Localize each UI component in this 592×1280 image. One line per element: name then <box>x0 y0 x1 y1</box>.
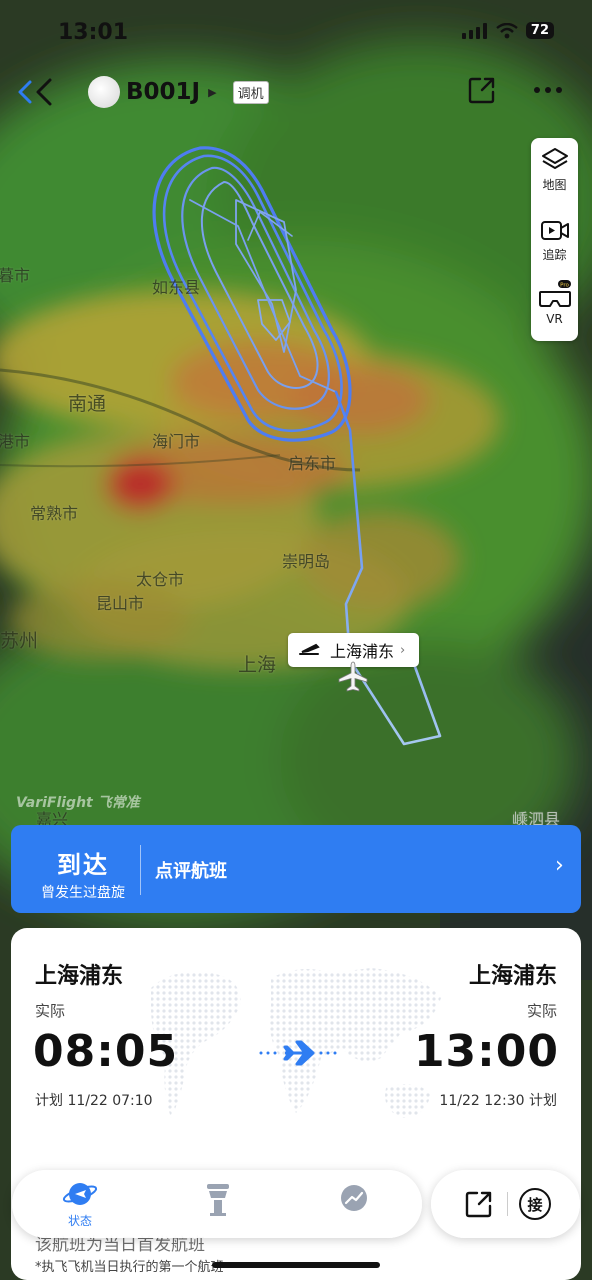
arrival-banner[interactable]: 到达 曾发生过盘旋 点评航班 › <box>11 825 581 913</box>
map-label-haimen: 海门市 <box>152 432 201 451</box>
tool-label-map: 地图 <box>542 178 567 192</box>
arrival-time: 13:00 <box>413 1026 559 1077</box>
share-icon[interactable] <box>463 1188 495 1220</box>
tool-track[interactable]: 追踪 <box>531 218 578 263</box>
map-label-rudong: 如东县 <box>152 278 201 297</box>
airline-logo <box>88 76 120 108</box>
map-label-changshu: 常熟市 <box>30 504 79 523</box>
control-tower-icon <box>207 1184 229 1216</box>
map-label-edge-mid: 港市 <box>0 432 31 451</box>
video-camera-icon <box>540 221 569 240</box>
dock-status[interactable]: 状态 <box>50 1178 110 1229</box>
chevron-right-icon: › <box>400 642 406 658</box>
holding-note: 曾发生过盘旋 <box>41 885 125 901</box>
departure-airport[interactable]: 上海浦东 <box>35 958 123 990</box>
map-label-shanghai: 上海 <box>238 654 277 676</box>
map-watermark: VariFlight 飞常准 <box>16 795 140 811</box>
tool-label-track: 追踪 <box>542 248 567 262</box>
dock-tower[interactable] <box>188 1178 248 1218</box>
arrival-status: 到达 曾发生过盘旋 <box>33 845 133 902</box>
vr-pro-badge: Pro <box>560 282 569 288</box>
arrival-scheduled: 11/22 12:30 计划 <box>439 1093 557 1109</box>
vr-headset-icon: Pro <box>538 280 571 307</box>
flight-title[interactable]: B001J ▶ 调机 <box>88 74 269 110</box>
map-label-chongming: 崇明岛 <box>282 552 331 571</box>
dock-status-label: 状态 <box>67 1214 92 1228</box>
back-icon[interactable] <box>16 74 60 110</box>
banner-divider <box>140 845 141 895</box>
aircraft-marker-icon[interactable] <box>336 660 370 694</box>
footnote: *执飞飞机当日执行的第一个航班 <box>35 1260 224 1275</box>
flight-type-tag: 调机 <box>232 80 269 104</box>
bottom-dock: 状态 <box>12 1170 422 1238</box>
tool-map-layers[interactable]: 地图 <box>531 146 578 193</box>
wifi-icon <box>496 22 518 38</box>
map-label-qidong: 启东市 <box>288 454 337 473</box>
tool-label-vr: VR <box>546 312 563 326</box>
nav-bar: B001J ▶ 调机 <box>0 66 592 118</box>
status-time: 13:01 <box>58 20 129 45</box>
dock-trend[interactable] <box>324 1178 384 1218</box>
flight-trend-icon <box>341 1185 367 1211</box>
map-label-edge-top: 暮市 <box>0 266 31 285</box>
map-label-nantong: 南通 <box>68 393 107 415</box>
flight-number: B001J <box>126 79 201 105</box>
departure-actual-label: 实际 <box>35 1002 66 1020</box>
status-icons: 72 <box>461 22 554 39</box>
layers-icon <box>541 148 568 169</box>
chevron-right-icon: › <box>555 853 564 878</box>
status-bar: 13:01 72 <box>0 0 592 66</box>
map-tool-panel: 地图 追踪 Pro VR <box>531 138 578 341</box>
departure-scheduled: 计划 11/22 07:10 <box>35 1093 153 1109</box>
route-plane-icon <box>259 1040 337 1066</box>
battery-indicator: 72 <box>525 22 554 39</box>
map-label-taicang: 太仓市 <box>136 570 185 589</box>
planet-plane-icon <box>62 1183 98 1205</box>
arrival-actual-label: 实际 <box>526 1002 557 1020</box>
pickup-button[interactable]: 接 <box>519 1188 551 1220</box>
review-flight-link[interactable]: 点评航班 <box>155 857 227 883</box>
caret-right-icon: ▶ <box>208 85 217 99</box>
departure-plane-icon <box>299 643 320 655</box>
arrival-status-label: 到达 <box>57 851 109 879</box>
arrival-airport[interactable]: 上海浦东 <box>469 958 557 990</box>
cellular-signal-icon <box>461 22 487 39</box>
dock-divider <box>507 1192 508 1216</box>
map-label-suzhou: 苏州 <box>0 630 39 652</box>
share-icon[interactable] <box>466 74 498 106</box>
departure-time: 08:05 <box>33 1026 179 1077</box>
more-icon[interactable] <box>530 74 566 106</box>
map-label-kunshan: 昆山市 <box>96 594 145 613</box>
tool-vr[interactable]: Pro VR <box>531 280 578 326</box>
action-dock: 接 <box>431 1170 580 1238</box>
home-indicator[interactable] <box>212 1262 380 1268</box>
airport-callout-name: 上海浦东 <box>330 642 395 661</box>
